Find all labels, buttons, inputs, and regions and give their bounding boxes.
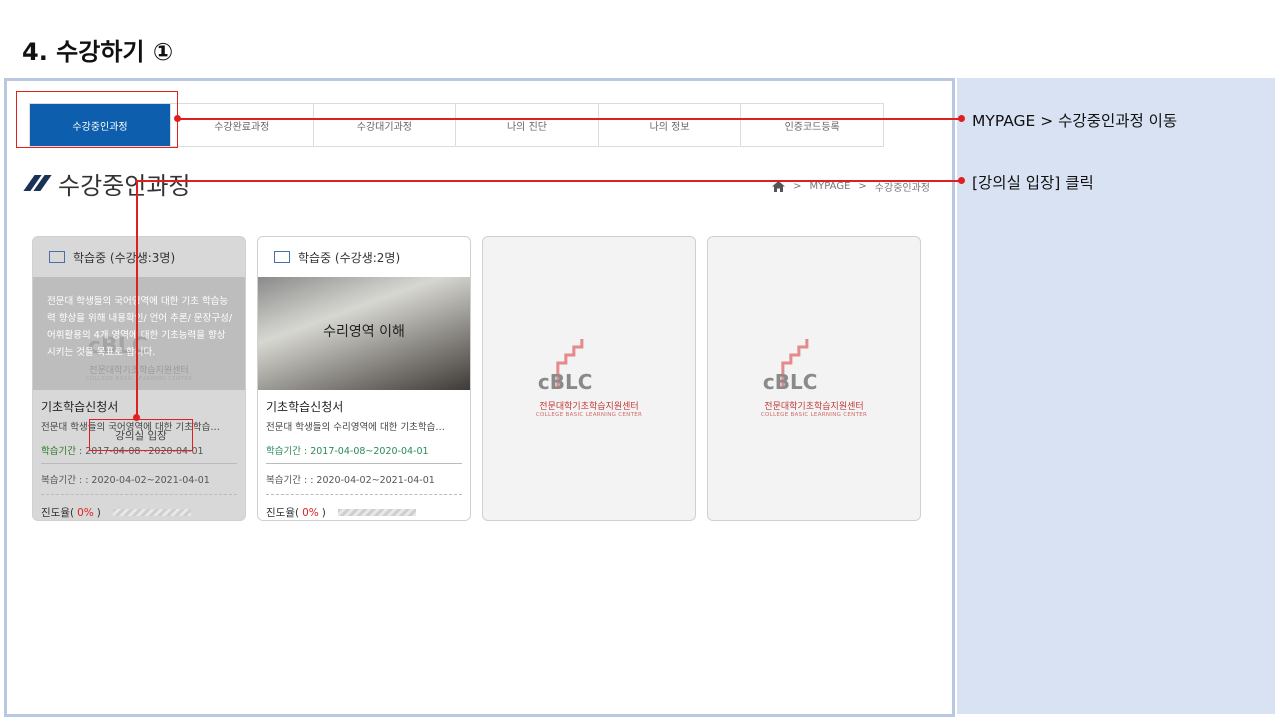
logo-korean: 전문대학기초학습지원센터 [89,366,189,376]
review-period: 복습기간 : : 2020-04-02~2021-04-01 [41,472,237,495]
svg-text:cBLC: cBLC [763,370,818,393]
progress: 진도율( 0% ) [266,505,462,520]
nav-step-annotation: MYPAGE > 수강중인과정 이동 [972,112,1178,130]
logo-korean: 전문대학기초학습지원센터 [539,402,639,412]
progress-close: ) [321,506,326,519]
home-icon[interactable] [772,181,786,192]
progress-label: 진도율( [266,507,300,519]
enter-classroom-button[interactable]: 강의실 입장 [89,419,193,451]
progress-percent: 0% [302,506,319,519]
course-icon [49,251,65,263]
tab-completed[interactable]: 수강완료과정 [171,104,314,146]
empty-course-card: cBLC 전문대학기초학습지원센터 COLLEGE BASIC LEARNING… [482,236,696,521]
tab-waiting[interactable]: 수강대기과정 [314,104,457,146]
cblc-logo: cBLC 전문대학기초학습지원센터 COLLEGE BASIC LEARNING… [536,337,642,418]
logo-english: COLLEGE BASIC LEARNING CENTER [85,376,193,382]
callout-dot [958,115,965,122]
study-period-label: 학습기간 [41,446,76,457]
logo-korean: 전문대학기초학습지원센터 [764,402,864,412]
progress-bar [112,509,191,516]
tab-my-diagnosis[interactable]: 나의 진단 [456,104,599,146]
tab-highlight-box [16,91,178,148]
card-status: 학습중 (수강생:2명) [258,237,470,277]
logo-english: COLLEGE BASIC LEARNING CENTER [760,412,868,418]
card-status: 학습중 (수강생:3명) [33,237,245,277]
cblc-logo: cBLC 전문대학기초학습지원센터 COLLEGE BASIC LEARNING… [761,337,867,418]
review-period: 복습기간 : : 2020-04-02~2021-04-01 [266,472,462,495]
course-card: 학습중 (수강생:3명) cBLC 전문대학기초학습지원센터 COLLEGE B… [32,236,246,521]
course-thumbnail[interactable]: 수리영역 이해 [258,277,470,390]
callout-dot [174,115,181,122]
svg-text:cBLC: cBLC [538,370,593,393]
enter-step-annotation: [강의실 입장] 클릭 [972,174,1094,192]
status-label: 학습중 (수강생:2명) [298,250,401,265]
status-label: 학습중 (수강생:3명) [73,250,176,265]
thumbnail-title: 수리영역 이해 [323,324,405,340]
heading-slash-icon [23,175,52,191]
course-subtitle: 전문대 학생들의 수리영역에 대한 기초학습… [266,422,445,433]
cblc-logo-mark: cBLC [763,339,818,394]
empty-course-card: cBLC 전문대학기초학습지원센터 COLLEGE BASIC LEARNING… [707,236,921,521]
breadcrumb-separator-icon: > [858,181,867,192]
enter-callout-line [137,180,963,182]
page-heading: 수강중인과정 [23,165,191,201]
progress-label: 진도율( [41,507,75,519]
screenshot-frame: 수강중인과정 수강완료과정 수강대기과정 나의 진단 나의 정보 인증코드등록 … [4,78,955,717]
breadcrumb-separator-icon: > [793,181,802,192]
course-title[interactable]: 기초학습신청서 [41,398,237,415]
progress: 진도율( 0% ) [41,505,237,520]
progress-percent: 0% [77,506,94,519]
nav-callout-line [176,118,963,120]
course-description: 전문대 학생들의 국어영역에 대한 기초 학습능력 향상을 위해 내용확인/ 언… [47,296,233,358]
logo-english: COLLEGE BASIC LEARNING CENTER [535,412,643,418]
course-icon [274,251,290,263]
slide-title: 4. 수강하기 ① [22,38,174,66]
cblc-logo-mark: cBLC [538,339,593,394]
study-period: 학습기간 : 2017-04-08~2020-04-01 [266,443,462,464]
callout-dot [958,177,965,184]
page-title: 수강중인과정 [58,171,191,200]
course-title[interactable]: 기초학습신청서 [266,398,462,415]
tab-my-info[interactable]: 나의 정보 [599,104,742,146]
course-card: 학습중 (수강생:2명) 수리영역 이해 기초학습신청서 전문대 학생들의 수리… [257,236,471,521]
course-thumbnail[interactable]: cBLC 전문대학기초학습지원센터 COLLEGE BASIC LEARNING… [33,277,245,390]
tab-auth-code[interactable]: 인증코드등록 [741,104,883,146]
progress-bar [337,509,416,516]
breadcrumb-mypage[interactable]: MYPAGE [810,181,851,192]
enter-callout-line-vertical [136,180,138,418]
progress-close: ) [96,506,101,519]
callout-dot [133,414,140,421]
